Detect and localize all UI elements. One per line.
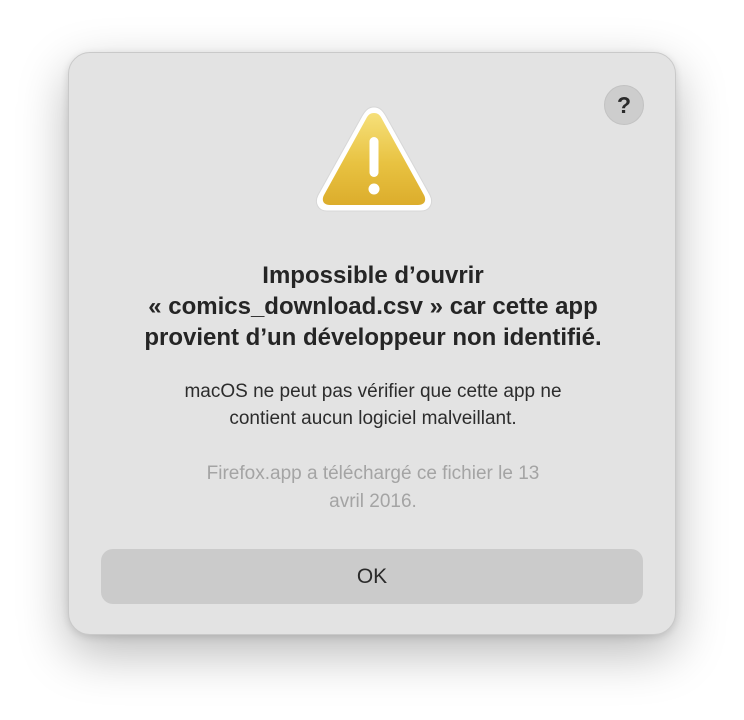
warning-icon [315, 106, 433, 212]
download-info-line: avril 2016. [329, 491, 417, 512]
help-button[interactable]: ? [604, 85, 644, 125]
dialog-title-line: « comics_download.csv » car cette app [148, 293, 598, 320]
dialog-message-line: macOS ne peut pas vérifier que cette app… [184, 381, 562, 402]
help-button-label: ? [616, 91, 632, 118]
dialog-title-line: Impossible d’ouvrir [262, 262, 484, 289]
download-info-text: Firefox.app a téléchargé ce fichier le 1… [129, 460, 617, 516]
dialog-title: Impossible d’ouvrir « comics_download.cs… [89, 260, 657, 353]
dialog-message: macOS ne peut pas vérifier que cette app… [109, 378, 637, 432]
alert-dialog: ? Impossible d’ouvrir « comics_download.… [68, 52, 676, 635]
dialog-message-line: contient aucun logiciel malveillant. [229, 408, 517, 429]
ok-button-label: OK [356, 564, 388, 588]
dialog-title-line: provient d’un développeur non identifié. [144, 324, 602, 351]
download-info-line: Firefox.app a téléchargé ce fichier le 1… [206, 463, 540, 484]
ok-button[interactable]: OK [101, 549, 643, 604]
